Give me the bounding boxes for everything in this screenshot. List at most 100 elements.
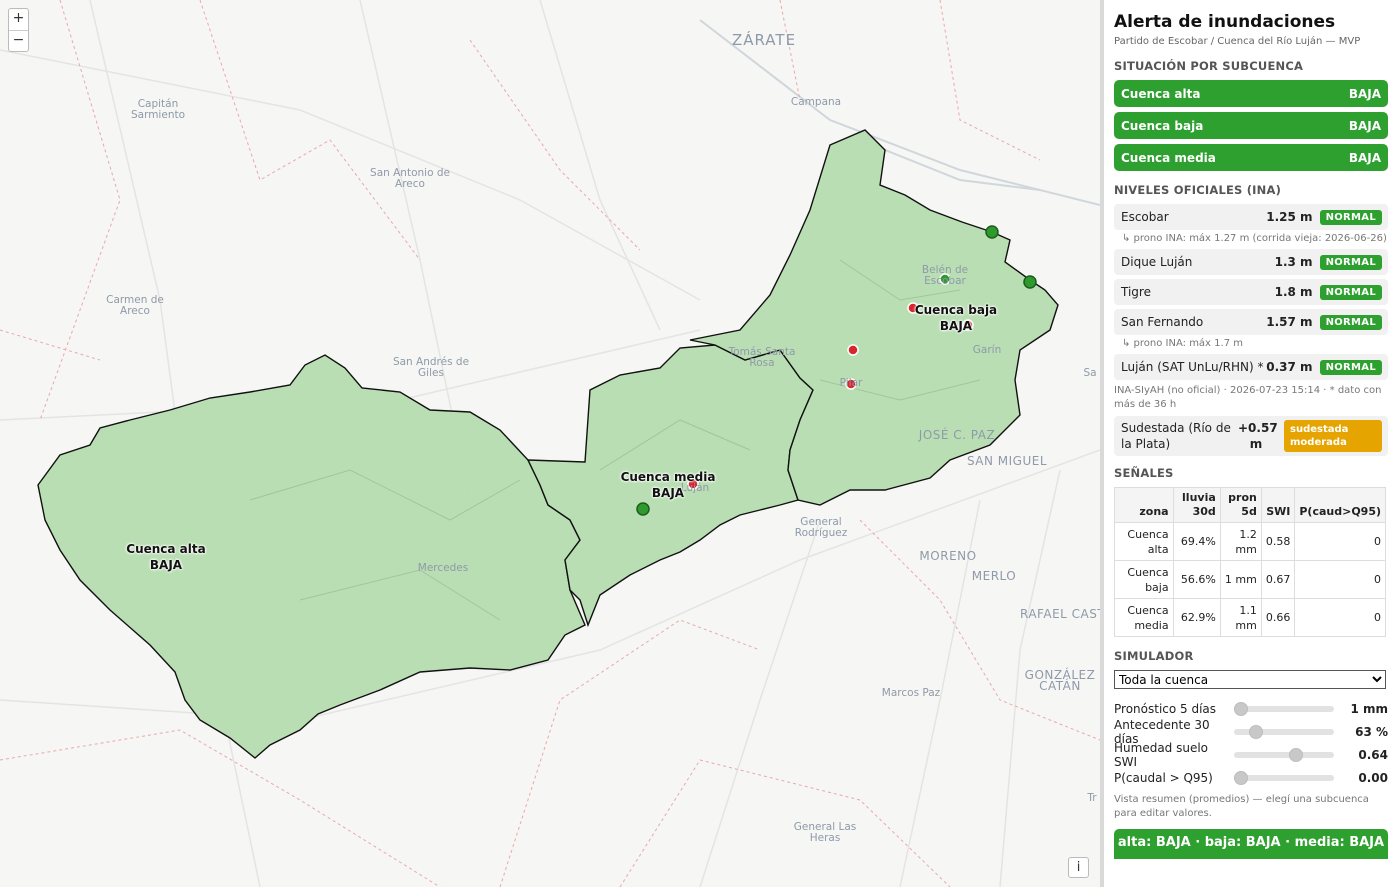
cell: 56.6% <box>1172 560 1221 599</box>
forecast-note: ↳ prono INA: máx 1.7 m <box>1122 338 1243 349</box>
slider-track[interactable] <box>1234 770 1334 785</box>
table-row: Cuenca media 62.9% 1.1 mm 0.66 0 <box>1114 598 1386 637</box>
region-cuenca-alta <box>37 354 586 759</box>
cell: 0 <box>1294 560 1386 599</box>
sudestada-value: +0.57 m <box>1238 421 1278 451</box>
zoom-control: + − <box>8 8 29 52</box>
slider-track[interactable] <box>1234 747 1334 762</box>
subcuenca-level: BAJA <box>1348 150 1381 165</box>
table-row: Cuenca alta 69.4% 1.2 mm 0.58 0 <box>1114 522 1386 561</box>
station-value: 1.25 m <box>1266 210 1313 224</box>
town-label: Tr <box>1087 792 1097 804</box>
region-label-baja: Cuenca baja BAJA <box>914 303 998 333</box>
region-label-alta: Cuenca alta BAJA <box>126 542 206 572</box>
slider-value: 0.00 <box>1358 770 1388 785</box>
town-label: MORENO <box>919 549 977 563</box>
cell: Cuenca media <box>1114 598 1174 637</box>
status-badge: NORMAL <box>1319 209 1382 225</box>
col-header: lluvia 30d <box>1172 487 1221 523</box>
col-header: zona <box>1114 487 1174 523</box>
region-label-media: Cuenca media BAJA <box>620 470 716 500</box>
town-label: Sa <box>1083 367 1097 379</box>
status-badge: NORMAL <box>1319 284 1382 300</box>
sudestada-badge: sudestada moderada <box>1284 420 1382 452</box>
station-ok-4 <box>636 502 650 516</box>
cell: 0.66 <box>1260 598 1296 637</box>
table-row: Cuenca baja 56.6% 1 mm 0.67 0 <box>1114 560 1386 599</box>
info-button[interactable]: i <box>1068 857 1089 878</box>
subcuenca-row[interactable]: Cuenca baja BAJA <box>1114 112 1388 139</box>
cell: 0.58 <box>1260 522 1296 561</box>
col-header: P(caud>Q95) <box>1294 487 1386 523</box>
level-row: Luján (SAT UnLu/RHN) * 0.37 m NORMAL <box>1114 354 1388 380</box>
slider-label: Pronóstico 5 días <box>1114 701 1217 716</box>
slider-row: Humedad suelo SWI 0.64 <box>1114 740 1388 769</box>
level-row: Tigre 1.8 m NORMAL <box>1114 279 1388 305</box>
town-label: JOSÉ C. PAZ <box>918 428 996 442</box>
station-name: San Fernando <box>1121 315 1204 329</box>
town-label: San Andrés de Giles <box>392 356 470 379</box>
sudestada-name: Sudestada (Río de la Plata) <box>1121 421 1231 451</box>
map-view[interactable]: ZÁRATE Campana Capitán Sarmiento San Ant… <box>0 0 1100 887</box>
town-label: SAN MIGUEL <box>966 454 1048 468</box>
subcuenca-row[interactable]: Cuenca alta BAJA <box>1114 80 1388 107</box>
town-label: GONZÁLEZ CATÁN <box>1024 668 1096 693</box>
slider-thumb[interactable] <box>1249 724 1264 739</box>
cell: 62.9% <box>1172 598 1221 637</box>
town-label: Mercedes <box>417 562 469 574</box>
subcuenca-level: BAJA <box>1348 86 1381 101</box>
summary-bar: alta: BAJA · baja: BAJA · media: BAJA <box>1114 829 1388 859</box>
station-name: Dique Luján <box>1121 255 1193 269</box>
town-label: Tomás Santa Rosa <box>728 346 796 369</box>
cell: 0.67 <box>1260 560 1296 599</box>
subcuenca-row[interactable]: Cuenca media BAJA <box>1114 144 1388 171</box>
town-label: Carmen de Areco <box>106 294 164 317</box>
simulator-note: Vista resumen (promedios) — elegí una su… <box>1114 794 1369 819</box>
forecast-note: ↳ prono INA: máx 1.27 m (corrida vieja: … <box>1122 233 1387 244</box>
slider-label: Humedad suelo SWI <box>1114 740 1209 769</box>
cell: 0 <box>1294 522 1386 561</box>
slider-row: P(caudal > Q95) 0.00 <box>1114 766 1388 789</box>
slider-label: P(caudal > Q95) <box>1114 770 1213 785</box>
page-title: Alerta de inundaciones <box>1114 12 1336 32</box>
signals-table: zona lluvia 30d pron 5d SWI P(caud>Q95) … <box>1114 487 1386 637</box>
zoom-out-button[interactable]: − <box>9 30 28 51</box>
page-subtitle: Partido de Escobar / Cuenca del Río Lujá… <box>1114 36 1361 47</box>
status-badge: NORMAL <box>1319 314 1382 330</box>
cell: Cuenca alta <box>1114 522 1174 561</box>
level-row: Dique Luján 1.3 m NORMAL <box>1114 249 1388 275</box>
cell: 0 <box>1294 598 1386 637</box>
col-header: pron 5d <box>1219 487 1262 523</box>
slider-track[interactable] <box>1234 701 1334 716</box>
section-subcuenca: SITUACIÓN POR SUBCUENCA <box>1114 59 1304 73</box>
town-label: Garín <box>972 344 1002 356</box>
station-name: Tigre <box>1121 285 1151 299</box>
slider-value: 63 % <box>1355 724 1388 739</box>
zoom-in-button[interactable]: + <box>9 9 28 30</box>
station-name: Escobar <box>1121 210 1169 224</box>
slider-value: 1 mm <box>1350 701 1388 716</box>
subcuenca-name: Cuenca media <box>1121 150 1216 165</box>
town-label: Pilar <box>839 377 863 389</box>
subcuenca-name: Cuenca baja <box>1121 118 1204 133</box>
slider-thumb[interactable] <box>1289 747 1304 762</box>
town-label: Marcos Paz <box>881 687 941 699</box>
subcuenca-level: BAJA <box>1348 118 1381 133</box>
subcuenca-select[interactable]: Toda la cuenca <box>1114 670 1386 689</box>
slider-value: 0.64 <box>1358 747 1388 762</box>
town-label: Capitán Sarmiento <box>130 98 186 121</box>
town-label: Campana <box>790 96 842 108</box>
station-value: 1.8 m <box>1274 285 1313 299</box>
map-canvas <box>0 0 1100 887</box>
station-value: 1.57 m <box>1266 315 1313 329</box>
sidebar: Alerta de inundaciones Partido de Escoba… <box>1104 0 1400 887</box>
slider-thumb[interactable] <box>1234 701 1248 716</box>
slider-track[interactable] <box>1234 724 1334 739</box>
slider-thumb[interactable] <box>1234 770 1248 785</box>
town-label: ZÁRATE <box>731 31 797 49</box>
cell: 1 mm <box>1219 560 1262 599</box>
station-ok-1 <box>985 225 999 239</box>
town-label: General Las Heras <box>793 821 857 844</box>
level-row: Escobar 1.25 m NORMAL <box>1114 204 1388 230</box>
status-badge: NORMAL <box>1319 359 1382 375</box>
